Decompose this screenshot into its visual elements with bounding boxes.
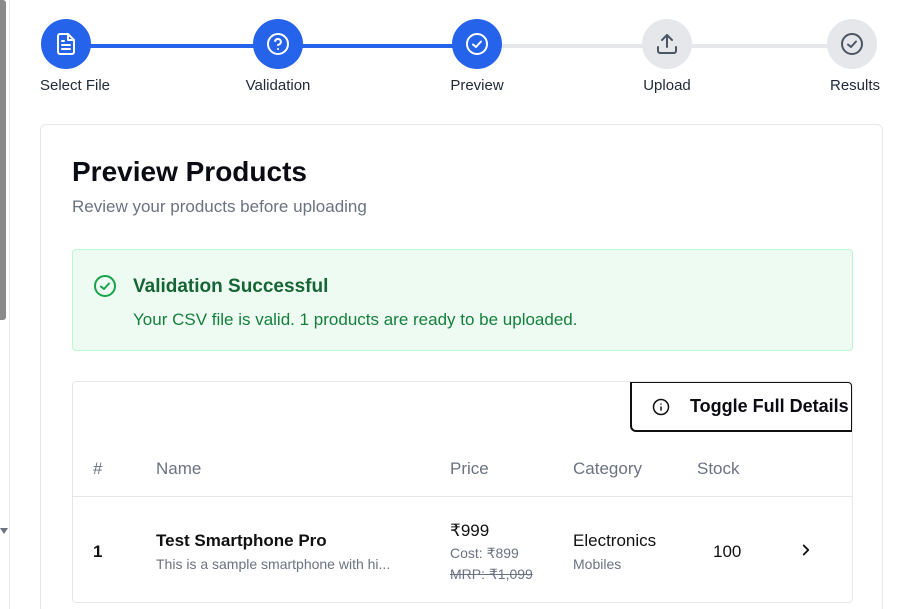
help-circle-icon xyxy=(267,33,289,55)
step-preview[interactable]: Preview xyxy=(437,19,517,94)
check-circle-icon xyxy=(840,33,863,55)
step-label: Preview xyxy=(450,77,504,94)
scroll-down-arrow-icon[interactable] xyxy=(0,528,8,534)
column-header-price[interactable]: Price xyxy=(450,459,489,479)
step-circle xyxy=(826,19,877,69)
product-name: Test Smartphone Pro xyxy=(156,531,327,550)
step-label: Validation xyxy=(245,77,311,94)
step-circle xyxy=(253,19,303,69)
step-results[interactable]: Results xyxy=(820,19,895,94)
product-stock: 100 xyxy=(713,542,742,561)
step-label: Results xyxy=(829,77,881,94)
step-label: Select File xyxy=(40,77,111,94)
step-circle xyxy=(642,19,692,69)
column-header-index: # xyxy=(93,459,103,478)
column-header-category[interactable]: Category xyxy=(573,459,642,479)
step-label: Upload xyxy=(643,77,691,94)
column-header-stock[interactable]: Stock xyxy=(697,459,740,479)
check-circle-icon xyxy=(466,33,488,55)
step-circle xyxy=(452,19,502,69)
product-subcategory: Mobiles xyxy=(573,556,622,572)
step-select-file[interactable]: Select File xyxy=(40,19,110,94)
product-mrp: MRP: ₹1,099 xyxy=(450,566,533,582)
validation-success-alert: Validation Successful Your CSV file is v… xyxy=(72,249,853,351)
step-validation[interactable]: Validation xyxy=(238,19,318,94)
column-header-name[interactable]: Name xyxy=(156,459,201,479)
product-price: ₹999 xyxy=(450,521,490,540)
info-icon xyxy=(652,398,670,415)
step-circle xyxy=(41,19,91,69)
toggle-full-details-button[interactable]: Toggle Full Details xyxy=(630,382,852,432)
table-row[interactable]: 1 Test Smartphone Pro This is a sample s… xyxy=(73,497,852,602)
row-index: 1 xyxy=(93,542,103,561)
progress-stepper: Select File Validation Preview Upload Re… xyxy=(0,0,901,110)
alert-title: Validation Successful xyxy=(133,276,329,297)
check-circle-icon xyxy=(94,275,116,297)
product-cost: Cost: ₹899 xyxy=(450,545,519,561)
upload-icon xyxy=(657,34,677,54)
preview-card: Preview Products Review your products be… xyxy=(40,124,883,609)
product-category: Electronics xyxy=(573,531,657,550)
chevron-right-icon[interactable] xyxy=(797,541,815,559)
products-table: Toggle Full Details # Name Price Categor… xyxy=(72,381,853,603)
product-description: This is a sample smartphone with hi... xyxy=(156,556,391,572)
page-title: Preview Products xyxy=(72,156,307,187)
file-text-icon xyxy=(57,33,75,55)
alert-message: Your CSV file is valid. 1 products are r… xyxy=(133,310,578,329)
page-subtitle: Review your products before uploading xyxy=(72,197,367,216)
toggle-label: Toggle Full Details xyxy=(690,396,849,416)
step-upload[interactable]: Upload xyxy=(627,19,707,94)
